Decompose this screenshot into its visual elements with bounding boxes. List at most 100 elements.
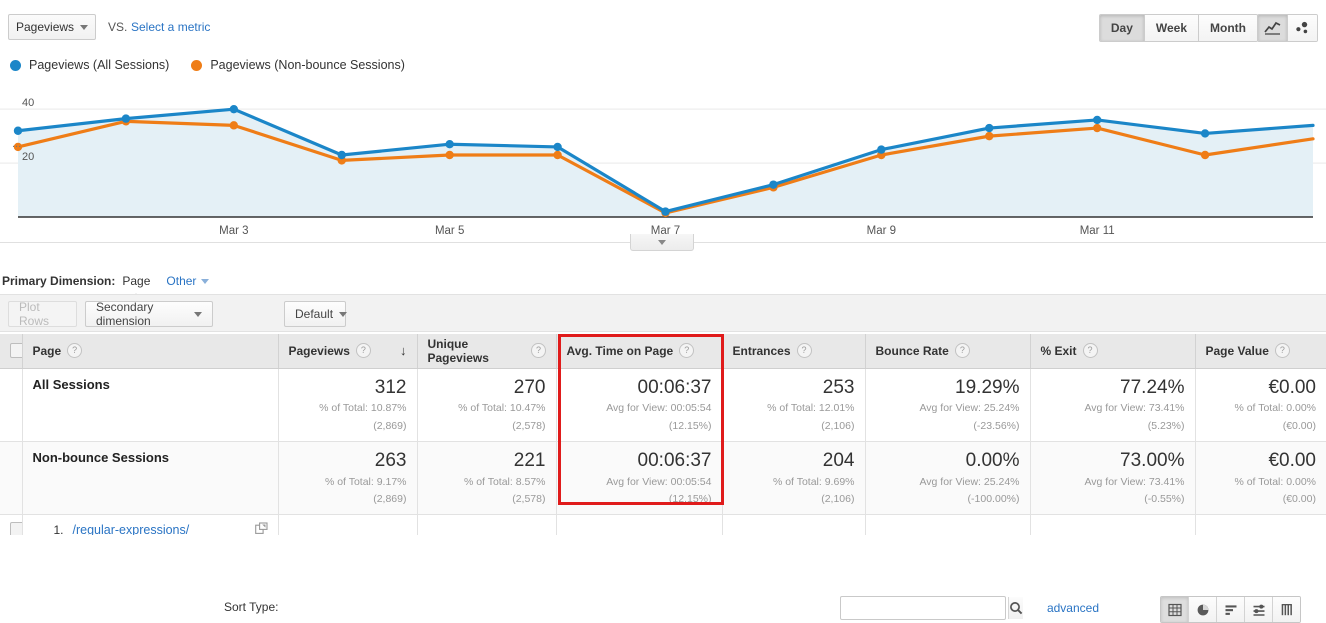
row-select-cell[interactable] bbox=[0, 514, 25, 535]
cell-pageviews bbox=[278, 514, 418, 535]
metric-sub1: Avg for View: 73.41% bbox=[1084, 402, 1185, 415]
column-header-percent-exit[interactable]: % Exit? bbox=[1030, 334, 1196, 369]
primary-dimension-row: Primary Dimension: Page Other bbox=[0, 270, 1326, 298]
advanced-filter-link[interactable]: advanced bbox=[1047, 601, 1099, 615]
metric-sub2: (5.23%) bbox=[1147, 419, 1185, 432]
column-header-page[interactable]: Page? bbox=[22, 334, 279, 369]
primary-dimension-page-tab[interactable]: Page bbox=[122, 274, 150, 298]
column-label-bounce-rate: Bounce Rate bbox=[875, 343, 949, 358]
row-select-cell bbox=[0, 441, 23, 515]
metric-sub1: % of Total: 10.47% bbox=[458, 402, 546, 415]
help-icon[interactable]: ? bbox=[1082, 343, 1098, 359]
help-icon[interactable]: ? bbox=[954, 343, 970, 359]
metric-value: €0.00 bbox=[1268, 449, 1316, 471]
table-search-box[interactable] bbox=[840, 596, 1023, 620]
legend-item-all-sessions[interactable]: Pageviews (All Sessions) bbox=[10, 58, 169, 72]
metric-sub1: % of Total: 10.87% bbox=[319, 402, 407, 415]
primary-dimension-other-dropdown[interactable]: Other bbox=[166, 274, 210, 288]
motion-chart-icon[interactable] bbox=[1288, 15, 1317, 41]
metric-sub1: Avg for View: 25.24% bbox=[919, 475, 1020, 488]
cell-pageviews: 312 % of Total: 10.87% (2,869) bbox=[278, 368, 418, 442]
cell-percent-exit: 73.00% Avg for View: 73.41% (-0.55%) bbox=[1030, 441, 1196, 515]
metric-sub1: Avg for View: 73.41% bbox=[1084, 475, 1185, 488]
granularity-month-button[interactable]: Month bbox=[1199, 15, 1257, 41]
help-icon[interactable]: ? bbox=[796, 343, 812, 359]
table-row[interactable]: 1. /regular-expressions/ bbox=[0, 514, 1326, 535]
table-row[interactable]: All Sessions 312 % of Total: 10.87% (2,8… bbox=[0, 368, 1326, 442]
column-header-avg-time-on-page[interactable]: Avg. Time on Page? bbox=[556, 334, 723, 369]
pie-view-icon[interactable] bbox=[1189, 597, 1217, 622]
search-input[interactable] bbox=[841, 597, 1008, 619]
comparison-view-icon[interactable] bbox=[1245, 597, 1273, 622]
chart-type-group bbox=[1257, 14, 1318, 42]
cell-percent-exit: 77.24% Avg for View: 73.41% (5.23%) bbox=[1030, 368, 1196, 442]
column-header-page-value[interactable]: Page Value? bbox=[1195, 334, 1326, 369]
cell-entrances bbox=[722, 514, 866, 535]
plot-rows-button[interactable]: Plot Rows bbox=[8, 300, 77, 328]
sort-type-dropdown[interactable]: Default bbox=[284, 301, 348, 327]
chart-expander-button[interactable] bbox=[630, 234, 694, 251]
metric-sub1: % of Total: 9.69% bbox=[772, 475, 855, 488]
search-icon[interactable] bbox=[1008, 597, 1023, 619]
metric-sub2: (2,106) bbox=[821, 492, 855, 505]
cell-avg-time-on-page: 00:06:37 Avg for View: 00:05:54 (12.15%) bbox=[556, 368, 723, 442]
column-label-entrances: Entrances bbox=[732, 343, 791, 358]
help-icon[interactable]: ? bbox=[67, 343, 83, 359]
primary-metric-select[interactable]: Pageviews bbox=[8, 14, 96, 40]
primary-dimension-label: Primary Dimension: bbox=[2, 274, 116, 288]
select-a-metric-link[interactable]: Select a metric bbox=[131, 20, 210, 34]
select-all-header[interactable] bbox=[0, 334, 25, 369]
metric-sub2: (2,578) bbox=[512, 419, 546, 432]
table-view-group bbox=[1160, 596, 1301, 623]
chevron-down-icon bbox=[201, 278, 210, 284]
metric-value: 73.00% bbox=[1120, 449, 1185, 471]
metric-sub1: Avg for View: 25.24% bbox=[919, 402, 1020, 415]
secondary-dimension-dropdown[interactable]: Secondary dimension bbox=[85, 300, 213, 328]
column-header-entrances[interactable]: Entrances? bbox=[722, 334, 866, 369]
metric-sub1: % of Total: 0.00% bbox=[1234, 402, 1316, 415]
granularity-day-button[interactable]: Day bbox=[1099, 15, 1145, 41]
metric-sub2: (-0.55%) bbox=[1144, 492, 1185, 505]
metric-value: 19.29% bbox=[955, 376, 1020, 398]
legend-label-non-bounce-sessions: Pageviews (Non-bounce Sessions) bbox=[210, 58, 405, 72]
svg-text:Mar 9: Mar 9 bbox=[867, 225, 896, 237]
cell-bounce-rate: 19.29% Avg for View: 25.24% (-23.56%) bbox=[865, 368, 1031, 442]
granularity-week-button[interactable]: Week bbox=[1144, 15, 1200, 41]
line-chart-icon[interactable] bbox=[1258, 15, 1288, 41]
metric-sub1: % of Total: 0.00% bbox=[1234, 475, 1316, 488]
help-icon[interactable]: ? bbox=[679, 343, 695, 359]
metric-sub2: (2,578) bbox=[512, 492, 546, 505]
table-row[interactable]: Non-bounce Sessions 263 % of Total: 9.17… bbox=[0, 441, 1326, 515]
metric-value: 77.24% bbox=[1120, 376, 1185, 398]
cell-page-value bbox=[1195, 514, 1326, 535]
cell-avg-time-on-page bbox=[556, 514, 723, 535]
pages-report-table: Page? Pageviews? ↓ Unique Pageviews? Avg.… bbox=[0, 334, 1326, 535]
open-in-new-window-icon[interactable] bbox=[254, 522, 268, 535]
metric-sub2: (2,869) bbox=[373, 419, 407, 432]
table-header-row: Page? Pageviews? ↓ Unique Pageviews? Avg.… bbox=[0, 334, 1326, 369]
legend-item-non-bounce-sessions[interactable]: Pageviews (Non-bounce Sessions) bbox=[191, 58, 405, 72]
help-icon[interactable]: ? bbox=[355, 343, 371, 359]
column-header-pageviews[interactable]: Pageviews? ↓ bbox=[278, 334, 418, 369]
cell-page-value: €0.00 % of Total: 0.00% (€0.00) bbox=[1195, 441, 1326, 515]
table-view-icon[interactable] bbox=[1161, 597, 1189, 622]
legend-dot-blue bbox=[10, 59, 21, 71]
metric-sub1: % of Total: 9.17% bbox=[324, 475, 407, 488]
column-header-bounce-rate[interactable]: Bounce Rate? bbox=[865, 334, 1031, 369]
metric-sub2: (12.15%) bbox=[668, 419, 712, 432]
cell-bounce-rate: 0.00% Avg for View: 25.24% (-100.00%) bbox=[865, 441, 1031, 515]
help-icon[interactable]: ? bbox=[531, 343, 546, 359]
chevron-down-icon bbox=[80, 24, 89, 30]
metric-value: 0.00% bbox=[965, 449, 1020, 471]
metric-sub2: (2,106) bbox=[821, 419, 855, 432]
pageviews-trend-chart[interactable]: 40 20 bbox=[0, 84, 1326, 242]
pivot-view-icon[interactable] bbox=[1273, 597, 1300, 622]
chevron-down-icon bbox=[658, 239, 666, 245]
row-index: 1. bbox=[53, 522, 64, 535]
bar-view-icon[interactable] bbox=[1217, 597, 1245, 622]
help-icon[interactable]: ? bbox=[1274, 343, 1290, 359]
table-toolbar: Plot Rows Secondary dimension Sort Type:… bbox=[0, 294, 1326, 623]
column-header-unique-pageviews[interactable]: Unique Pageviews? bbox=[417, 334, 557, 369]
page-url-link[interactable]: /regular-expressions/ bbox=[73, 523, 190, 535]
page-url-cell[interactable]: 1. /regular-expressions/ bbox=[22, 514, 279, 535]
